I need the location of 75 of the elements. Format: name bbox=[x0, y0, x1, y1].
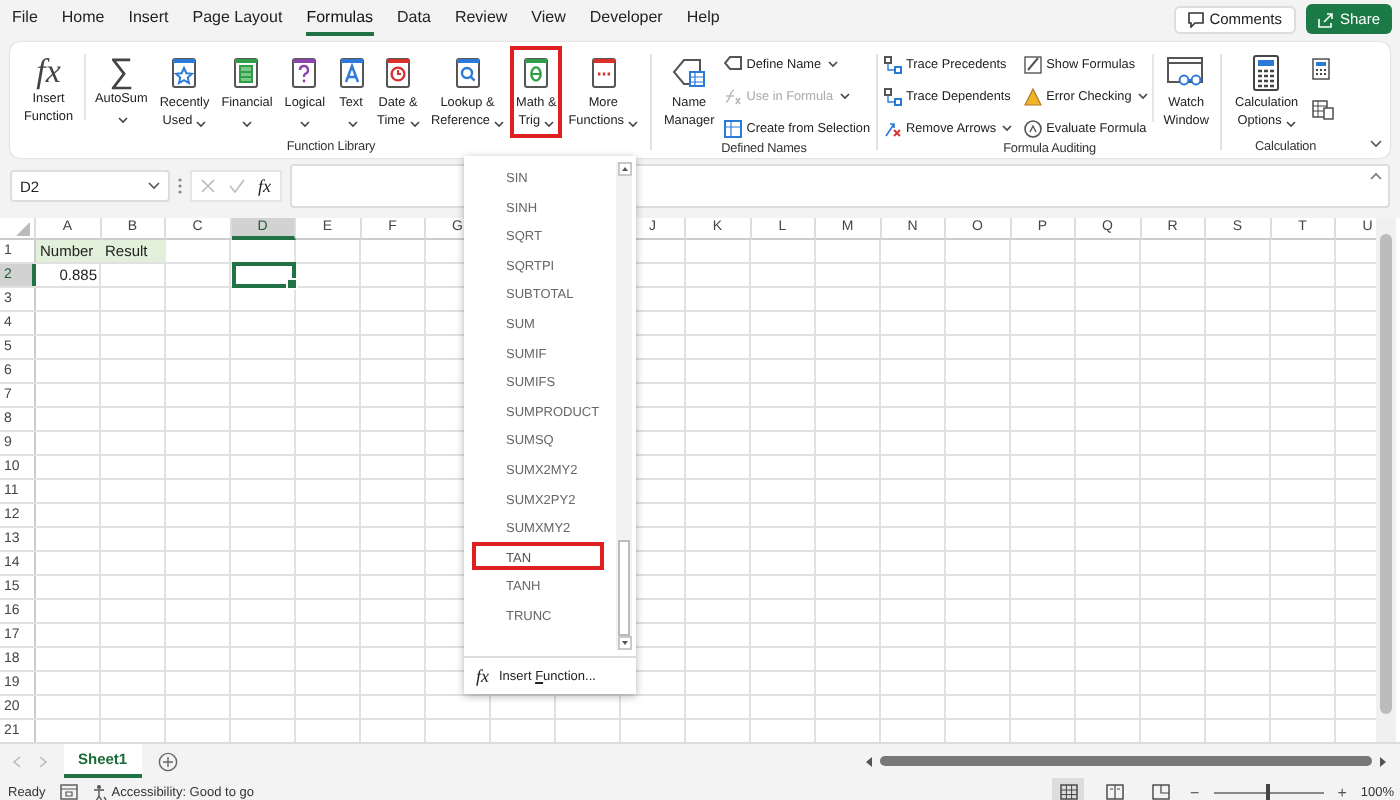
evaluate-icon bbox=[1024, 119, 1043, 137]
share-icon bbox=[1317, 11, 1334, 27]
warning-icon bbox=[1024, 87, 1043, 105]
text-book-icon bbox=[337, 54, 366, 92]
grid-icon bbox=[1059, 784, 1078, 800]
magnifier-book-icon bbox=[453, 54, 482, 92]
add-sheet-icon[interactable] bbox=[157, 751, 178, 771]
caret-icon bbox=[117, 115, 128, 123]
insert-function-button[interactable]: fx bbox=[258, 176, 271, 196]
slider-thumb[interactable] bbox=[1266, 783, 1271, 800]
ribbon-tab[interactable]: Page Layout bbox=[192, 2, 283, 36]
normal-view-button[interactable] bbox=[1052, 778, 1085, 800]
tag-icon bbox=[724, 55, 743, 73]
caret-icon bbox=[1285, 119, 1296, 127]
ribbon-tab[interactable]: Insert bbox=[128, 2, 169, 36]
caret-icon bbox=[347, 119, 358, 127]
ribbon-tab[interactable]: Home bbox=[61, 2, 105, 36]
ribbon-tab[interactable]: Formulas bbox=[306, 2, 374, 36]
checkmark-icon[interactable] bbox=[228, 178, 246, 194]
ribbon-tab[interactable]: Data bbox=[397, 2, 431, 36]
menu-scrollbar[interactable] bbox=[616, 162, 632, 650]
ribbon-tab[interactable]: File bbox=[12, 2, 38, 36]
caret-icon bbox=[300, 119, 311, 127]
zoom-out-button[interactable]: − bbox=[1190, 783, 1200, 800]
ribbon-tab[interactable]: Review bbox=[454, 2, 508, 36]
scroll-thumb[interactable] bbox=[1380, 234, 1392, 714]
scroll-thumb[interactable] bbox=[618, 540, 630, 636]
function-symbol: ∑ bbox=[109, 52, 134, 92]
show-formulas-icon bbox=[1024, 55, 1043, 73]
trace-icon bbox=[884, 55, 903, 73]
dots-book-icon bbox=[589, 54, 618, 92]
collapse-icon[interactable] bbox=[1370, 172, 1382, 180]
caret-icon bbox=[409, 119, 419, 127]
ribbon-tab[interactable]: Help bbox=[686, 2, 720, 36]
scroll-thumb[interactable] bbox=[880, 756, 1372, 766]
calculator-icon bbox=[1252, 54, 1281, 92]
trace-icon bbox=[884, 87, 903, 105]
function-symbol: fx bbox=[36, 52, 61, 92]
caret-icon bbox=[148, 182, 160, 190]
caret-icon bbox=[242, 119, 253, 127]
scroll-right-icon[interactable] bbox=[1378, 755, 1388, 767]
caret-icon bbox=[1002, 124, 1013, 132]
sheet-calculator-icon[interactable] bbox=[1312, 100, 1335, 120]
accessibility-icon bbox=[91, 783, 108, 800]
calculator-icon[interactable] bbox=[1312, 58, 1331, 80]
page-icon bbox=[1105, 784, 1124, 800]
tag-icon bbox=[671, 54, 708, 92]
zoom-in-button[interactable]: + bbox=[1337, 783, 1347, 800]
caret-icon bbox=[544, 119, 555, 127]
scroll-left-icon[interactable] bbox=[864, 755, 874, 767]
caret-icon bbox=[827, 60, 837, 68]
question-book-icon bbox=[290, 54, 319, 92]
remove-arrows-icon bbox=[884, 119, 903, 137]
comment-icon bbox=[1187, 11, 1204, 27]
ledger-book-icon bbox=[232, 54, 261, 92]
star-book-icon bbox=[170, 54, 199, 92]
macro-icon[interactable] bbox=[59, 784, 78, 800]
caret-icon bbox=[494, 119, 504, 127]
vertical-scrollbar[interactable] bbox=[1376, 218, 1396, 742]
table-icon bbox=[724, 119, 743, 137]
caret-icon bbox=[627, 119, 638, 127]
scroll-down-icon[interactable] bbox=[617, 636, 631, 650]
collapse-ribbon-icon[interactable] bbox=[1370, 140, 1382, 148]
ribbon-tab[interactable]: View bbox=[531, 2, 566, 36]
ribbon-tab[interactable]: Developer bbox=[589, 2, 663, 36]
theta-book-icon bbox=[522, 54, 551, 92]
selected-cell[interactable] bbox=[231, 262, 296, 288]
caret-icon bbox=[839, 92, 850, 100]
clock-book-icon bbox=[384, 54, 413, 92]
formula-icon bbox=[724, 87, 743, 105]
caret-icon bbox=[196, 119, 207, 127]
caret-icon bbox=[1137, 92, 1148, 100]
scroll-up-icon[interactable] bbox=[617, 162, 631, 176]
page-break-icon bbox=[1151, 784, 1170, 800]
horizontal-scrollbar[interactable] bbox=[864, 752, 1388, 770]
